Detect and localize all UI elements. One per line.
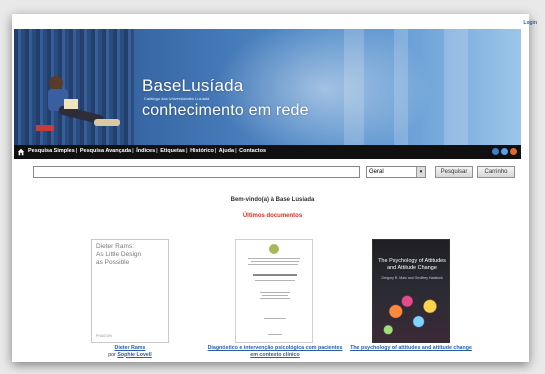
nav-ajuda[interactable]: Ajuda <box>219 148 234 154</box>
cover-publisher: PHAIDON <box>96 334 112 338</box>
document-cover-1[interactable]: Dieter Rams: As Little Design as Possibl… <box>91 239 169 343</box>
search-scope-select[interactable]: Geral ▾ <box>366 166 426 178</box>
student-illustration <box>36 76 120 131</box>
chevron-down-icon[interactable]: ▾ <box>416 167 425 177</box>
by-label: por <box>108 351 116 358</box>
header-banner: BaseLusíada Catálogo das Universidades L… <box>14 29 521 145</box>
university-seal-icon <box>269 244 279 254</box>
search-scope-value: Geral <box>369 169 384 175</box>
document-caption-1: Dieter Rams por Sophie Lovell <box>91 345 169 358</box>
cart-button[interactable]: Carrinho <box>477 166 515 178</box>
cover-authors: Gregory R. Maio and Geoffrey Haddock <box>381 276 443 280</box>
document-cover-2[interactable] <box>235 239 313 343</box>
nav-pesquisa-avancada[interactable]: Pesquisa Avançada <box>80 148 131 154</box>
nav-contactos[interactable]: Contactos <box>239 148 266 154</box>
nav-historico[interactable]: Histórico <box>190 148 214 154</box>
brand-tagline: conhecimento em rede <box>142 102 309 119</box>
author-link-1[interactable]: Sophie Lovell <box>117 352 151 358</box>
login-link[interactable]: Login <box>523 20 537 26</box>
main-navigation: Pesquisa Simples| Pesquisa Avançada| Índ… <box>14 145 521 159</box>
document-caption-3: The psychology of attitudes and attitude… <box>346 345 476 352</box>
recent-documents-heading: Últimos documentos <box>242 213 303 219</box>
welcome-message: Bem-vindo(a) à Base Lusíada <box>230 197 315 203</box>
document-cover-3[interactable]: The Psychology of Attitudes and Attitude… <box>372 239 450 343</box>
language-flags <box>492 148 517 155</box>
document-caption-2: Diagnóstico e intervenção psicológica co… <box>205 345 345 358</box>
search-button[interactable]: Pesquisar <box>435 166 473 178</box>
flag-icon[interactable] <box>492 148 499 155</box>
search-bar: Geral ▾ Pesquisar Carrinho <box>33 166 515 178</box>
nav-indices[interactable]: Índices <box>136 148 155 154</box>
nav-etiquetas[interactable]: Etiquetas <box>160 148 185 154</box>
flag-icon[interactable] <box>501 148 508 155</box>
cover-title-text: Dieter Rams: As Little Design as Possibl… <box>96 243 142 266</box>
brand-title: BaseLusíada <box>142 76 244 95</box>
document-title-link-2[interactable]: Diagnóstico e intervenção psicológica co… <box>205 345 345 358</box>
nav-pesquisa-simples[interactable]: Pesquisa Simples <box>28 148 75 154</box>
brand-subtitle: Catálogo das Universidades Lusíada <box>144 96 210 101</box>
search-input[interactable] <box>33 166 360 178</box>
document-title-link-3[interactable]: The psychology of attitudes and attitude… <box>346 345 476 352</box>
home-icon[interactable] <box>17 148 25 156</box>
flag-icon[interactable] <box>510 148 517 155</box>
cover-title-text: The Psychology of Attitudes and Attitude… <box>378 258 446 271</box>
nav-links: Pesquisa Simples| Pesquisa Avançada| Índ… <box>28 148 267 154</box>
